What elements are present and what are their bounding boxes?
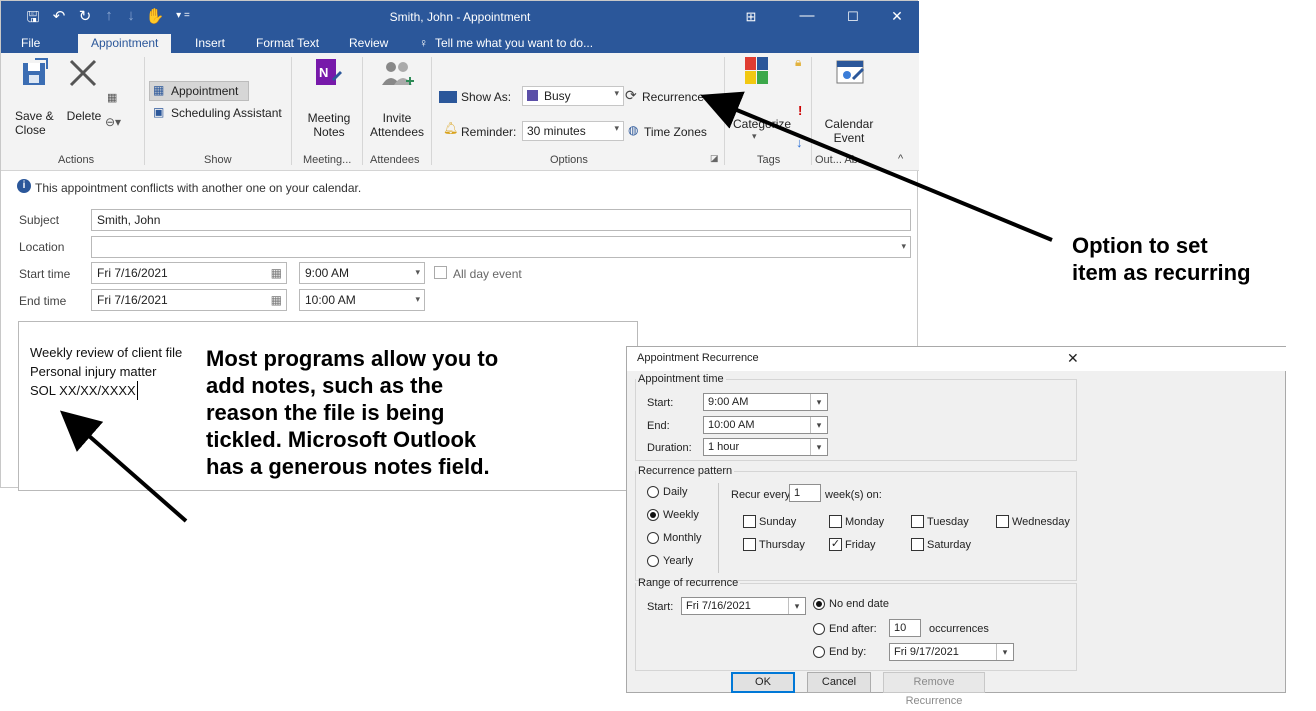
annotation-arrows [59,91,1053,523]
notes-annotation: Most programs allow you to add notes, su… [206,346,499,479]
notes-arrow [59,410,188,523]
recurring-annotation: Option to set item as recurring [1072,233,1251,285]
recurrence-arrow [700,91,1053,242]
